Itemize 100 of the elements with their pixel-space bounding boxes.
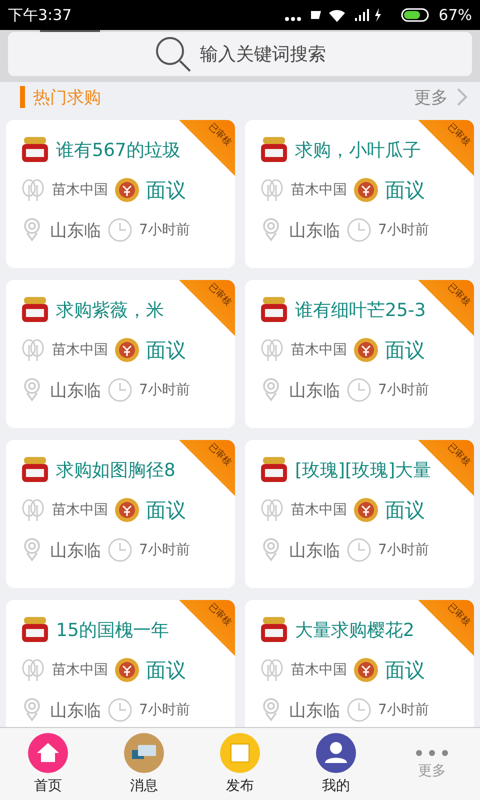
jar-icon [20,136,50,164]
price-label: 面议 [385,496,425,524]
request-title: 大量求购樱花2 [295,619,414,642]
coin-icon [114,337,140,363]
ribbon-label: 已审核 [445,122,472,148]
request-title: 求购紫薇，米 [56,299,164,322]
jar-icon [20,296,50,324]
ribbon-label: 已审核 [206,602,233,628]
time-label: 7小时前 [378,541,429,559]
time-label: 7小时前 [139,541,190,559]
jar-icon [20,456,50,484]
clock-icon [346,377,372,403]
location-label: 山东临 [289,540,340,562]
source-label: 苗木中国 [291,341,347,359]
request-card[interactable]: 已审核 谁有567的垃圾 苗木中国 面议 山东临 7小时前 [6,120,235,268]
search-field[interactable]: 输入关键词搜索 [8,32,472,76]
request-title: 求购，小叶瓜子 [295,139,421,162]
source-label: 苗木中国 [52,501,108,519]
search-placeholder: 输入关键词搜索 [200,43,326,66]
battery-icon [400,8,431,22]
time-label: 7小时前 [139,381,190,399]
price-label: 面议 [385,656,425,684]
source-label: 苗木中国 [52,341,108,359]
jar-icon [20,616,50,644]
clock-icon [346,537,372,563]
ribbon-label: 已审核 [206,442,233,468]
request-card[interactable]: 已审核 求购，小叶瓜子 苗木中国 面议 山东临 7小时前 [245,120,474,268]
price-label: 面议 [146,656,186,684]
clock-icon [346,697,372,723]
clock-icon [107,697,133,723]
clock-icon [107,217,133,243]
ribbon-label: 已审核 [206,282,233,308]
price-label: 面议 [385,176,425,204]
coin-icon [353,497,379,523]
request-title: 谁有细叶芒25-3 [295,299,426,322]
ribbon-label: 已审核 [206,122,233,148]
price-label: 面议 [146,176,186,204]
clock-icon [107,377,133,403]
coin-icon [353,177,379,203]
jar-icon [259,296,289,324]
location-label: 山东临 [50,220,101,242]
tree-icon [20,497,46,523]
coin-icon [353,337,379,363]
time-label: 7小时前 [378,221,429,239]
ribbon-label: 已审核 [445,602,472,628]
tree-icon [20,337,46,363]
tree-icon [259,497,285,523]
more-link[interactable]: 更多 [414,86,448,108]
location-label: 山东临 [289,220,340,242]
request-card[interactable]: 已审核 求购如图胸径8 苗木中国 面议 山东临 7小时前 [6,440,235,588]
price-label: 面议 [146,336,186,364]
jar-icon [259,136,289,164]
clock-icon [346,217,372,243]
request-title: [玫瑰][玫瑰]大量 [295,459,432,482]
source-label: 苗木中国 [52,181,108,199]
source-label: 苗木中国 [52,661,108,679]
price-label: 面议 [385,336,425,364]
time-label: 7小时前 [378,701,429,719]
location-label: 山东临 [289,700,340,722]
request-title: 求购如图胸径8 [56,459,176,482]
nav-tab[interactable]: 消息 [96,728,192,800]
tree-icon [259,337,285,363]
tree-icon [259,657,285,683]
request-card[interactable]: 已审核 大量求购樱花2 苗木中国 面议 山东临 7小时前 [245,600,474,727]
tree-icon [20,177,46,203]
time-label: 7小时前 [139,221,190,239]
coin-icon [114,177,140,203]
tree-icon [259,177,285,203]
more-dots-icon [414,748,450,758]
location-label: 山东临 [289,380,340,402]
status-time: 下午3:37 [8,6,72,24]
location-label: 山东临 [50,380,101,402]
jar-icon [259,616,289,644]
ribbon-label: 已审核 [445,442,472,468]
search-icon [154,35,192,73]
nav-tab[interactable]: 首页 [0,728,96,800]
coin-icon [114,497,140,523]
time-label: 7小时前 [139,701,190,719]
jar-icon [259,456,289,484]
price-label: 面议 [146,496,186,524]
location-label: 山东临 [50,700,101,722]
clock-icon [107,537,133,563]
coin-icon [353,657,379,683]
nav-tab[interactable]: 发布 [192,728,288,800]
request-card[interactable]: 已审核 [玫瑰][玫瑰]大量 苗木中国 面议 山东临 7小时前 [245,440,474,588]
coin-icon [114,657,140,683]
section-marker [20,86,25,108]
request-card[interactable]: 已审核 求购紫薇，米 苗木中国 面议 山东临 7小时前 [6,280,235,428]
location-label: 山东临 [50,540,101,562]
source-label: 苗木中国 [291,661,347,679]
request-title: 谁有567的垃圾 [56,139,180,162]
request-title: 15的国槐一年 [56,619,169,642]
request-card[interactable]: 已审核 15的国槐一年 苗木中国 面议 山东临 7小时前 [6,600,235,727]
nav-tab[interactable]: 我的 [288,728,384,800]
time-label: 7小时前 [378,381,429,399]
request-card[interactable]: 已审核 谁有细叶芒25-3 苗木中国 面议 山东临 7小时前 [245,280,474,428]
source-label: 苗木中国 [291,181,347,199]
battery-percent: 67% [438,6,472,24]
chevron-right-icon[interactable] [456,87,468,107]
ribbon-label: 已审核 [445,282,472,308]
